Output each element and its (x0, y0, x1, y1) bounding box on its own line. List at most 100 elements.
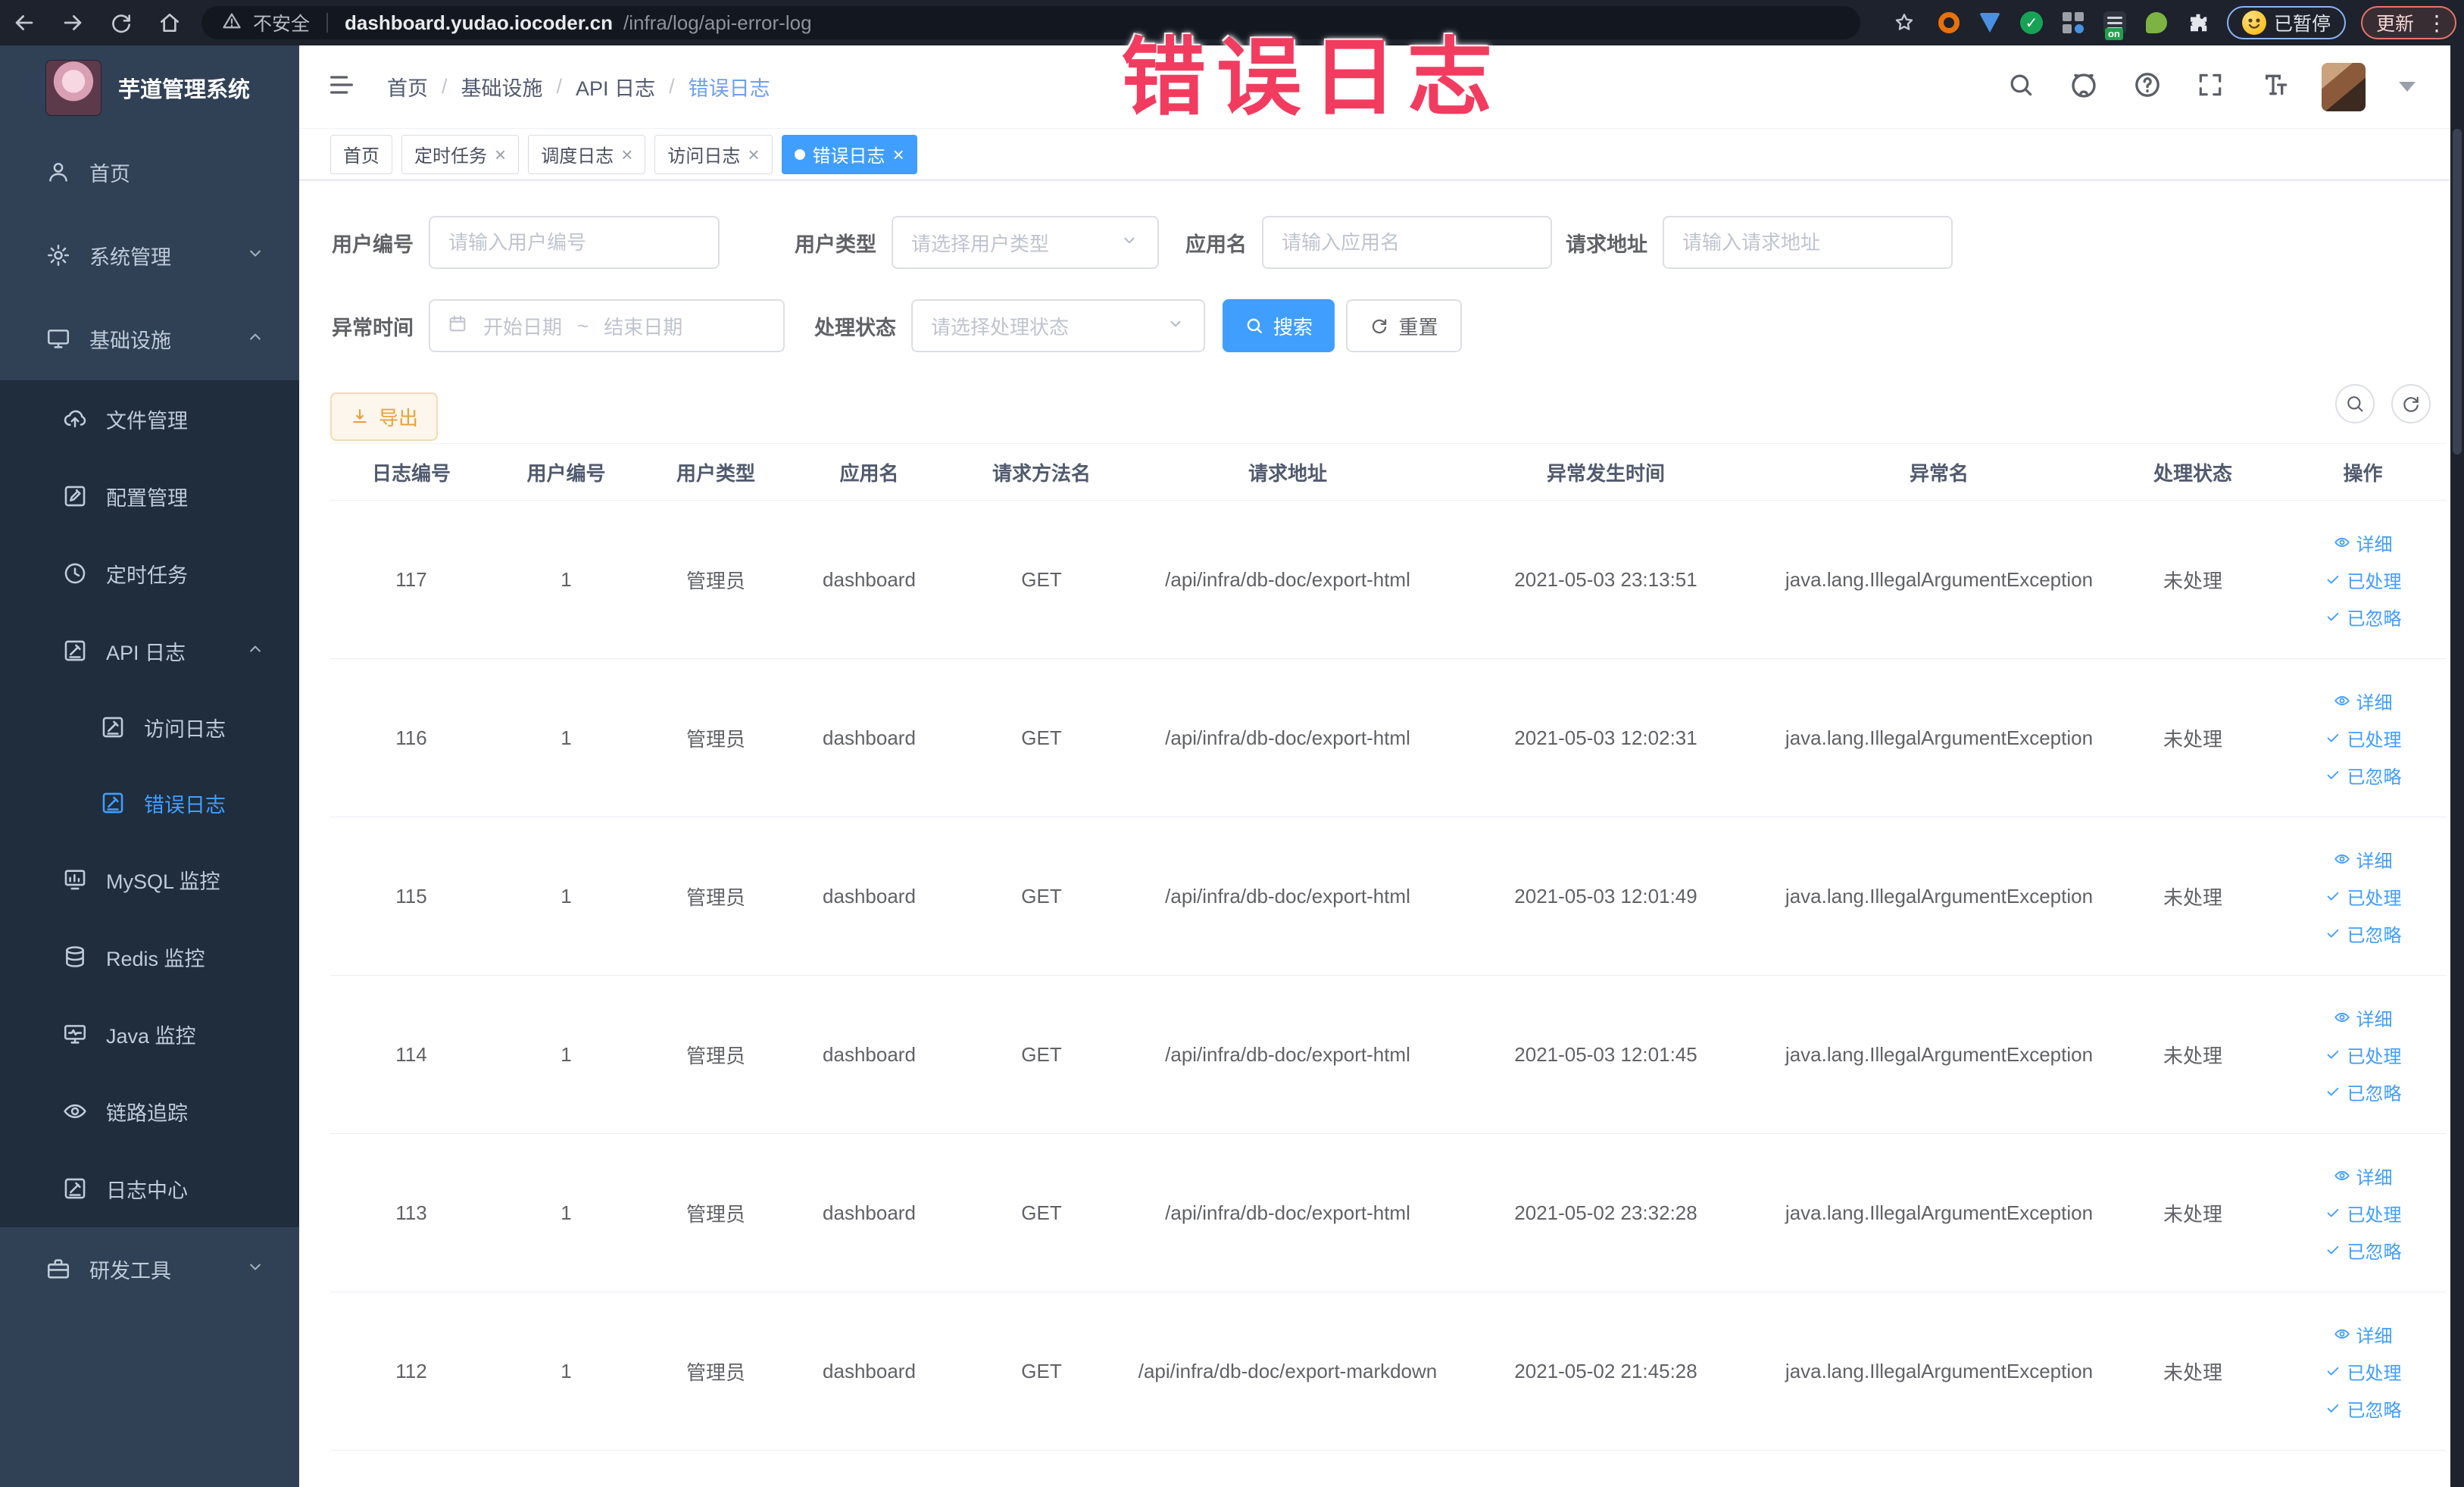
address-bar[interactable]: 不安全 dashboard.yudao.iocoder.cn/infra/log… (201, 6, 1860, 39)
sidebar-item-9[interactable]: MySQL 监控 (0, 841, 299, 918)
sidebar-item-14[interactable]: 研发工具 (0, 1227, 299, 1310)
filter-request-url: 请求地址 (1558, 216, 1953, 269)
action-processed-link[interactable]: 已处理 (2325, 1200, 2402, 1226)
action-ignored-link[interactable]: 已忽略 (2325, 1079, 2402, 1105)
cell-method: GET (1021, 1042, 1062, 1066)
browser-menu-icon[interactable]: ⋮ (2426, 11, 2447, 36)
sidebar-item-13[interactable]: 日志中心 (0, 1150, 299, 1227)
home-nav-icon[interactable] (145, 0, 194, 45)
extension-shield-icon[interactable] (1978, 13, 2000, 33)
user-avatar[interactable] (2322, 62, 2366, 111)
breadcrumb-item-0[interactable]: 首页 (387, 72, 428, 102)
sidebar-item-5[interactable]: 定时任务 (0, 535, 299, 612)
back-icon[interactable] (0, 0, 48, 45)
eye-icon (2334, 692, 2350, 709)
process-status-select[interactable]: 请选择处理状态 (911, 299, 1205, 352)
app-name-input[interactable] (1262, 216, 1552, 269)
app-logo[interactable]: 芋道管理系统 (0, 45, 299, 130)
sidebar-item-10[interactable]: Redis 监控 (0, 918, 299, 995)
cell-exception: java.lang.IllegalArgumentException (1785, 1201, 2094, 1224)
extension-leaf-icon[interactable] (2145, 12, 2167, 33)
user-type-select[interactable]: 请选择用户类型 (892, 216, 1159, 269)
action-processed-link[interactable]: 已处理 (2325, 567, 2402, 593)
column-header-3: 应用名 (839, 461, 899, 485)
action-processed-link[interactable]: 已处理 (2325, 1358, 2402, 1385)
action-detail-link[interactable]: 详细 (2334, 846, 2393, 873)
scrollbar-thumb[interactable] (2453, 129, 2462, 455)
cell-url: /api/infra/db-doc/export-html (1165, 1201, 1410, 1224)
extension-orange-icon[interactable] (1938, 12, 1960, 33)
search-button[interactable]: 搜索 (1223, 299, 1335, 352)
tab-close-icon[interactable]: × (621, 145, 632, 164)
tab-item-3[interactable]: 访问日志 × (654, 134, 773, 174)
action-detail-link[interactable]: 详细 (2334, 530, 2393, 556)
extension-grid-icon[interactable] (2062, 12, 2084, 33)
bookmark-star-icon[interactable] (1880, 0, 1928, 45)
sidebar-item-11[interactable]: Java 监控 (0, 995, 299, 1073)
breadcrumb-item-2[interactable]: API 日志 (576, 72, 655, 102)
sidebar-item-0[interactable]: 首页 (0, 130, 299, 214)
avatar-caret-icon[interactable] (2399, 82, 2416, 92)
github-icon[interactable] (2069, 70, 2099, 104)
sidebar-item-12[interactable]: 链路追踪 (0, 1073, 299, 1150)
chevron-down-icon (245, 1256, 266, 1282)
tab-item-4[interactable]: 错误日志 × (781, 134, 917, 174)
tab-item-0[interactable]: 首页 (330, 134, 392, 174)
browser-update-button[interactable]: 更新 ⋮ (2360, 6, 2456, 39)
refresh-table-icon[interactable] (2391, 384, 2431, 423)
extension-check-icon[interactable]: ✓ (2019, 11, 2043, 34)
tab-close-icon[interactable]: × (893, 145, 904, 164)
action-ignored-link[interactable]: 已忽略 (2325, 1237, 2402, 1264)
eye-icon (2334, 1167, 2350, 1184)
action-processed-link[interactable]: 已处理 (2325, 883, 2402, 910)
action-ignored-link[interactable]: 已忽略 (2325, 604, 2402, 630)
overlay-page-title: 错误日志 (1121, 30, 1503, 125)
request-url-input[interactable] (1663, 216, 1953, 269)
browser-profile-button[interactable]: 已暂停 (2226, 6, 2346, 39)
range-separator: ~ (577, 314, 589, 337)
hamburger-icon[interactable] (326, 70, 357, 104)
date-range-picker[interactable]: 开始日期 ~ 结束日期 (429, 299, 785, 352)
tab-close-icon[interactable]: × (495, 145, 506, 164)
sidebar-item-6[interactable]: API 日志 (0, 612, 299, 689)
action-detail-link[interactable]: 详细 (2334, 1004, 2393, 1031)
browser-scrollbar[interactable] (2450, 45, 2464, 1487)
reset-button[interactable]: 重置 (1346, 299, 1462, 352)
export-button[interactable]: 导出 (330, 392, 438, 441)
action-detail-link[interactable]: 详细 (2334, 1321, 2393, 1348)
action-detail-link[interactable]: 详细 (2334, 688, 2393, 714)
table-body: 117 1 管理员 dashboard GET/api/infra/db-doc/exp… (330, 501, 2446, 1451)
search-icon[interactable] (2006, 70, 2035, 103)
sidebar-item-3[interactable]: 文件管理 (0, 380, 299, 458)
tab-close-icon[interactable]: × (748, 145, 759, 164)
tab-item-2[interactable]: 调度日志 × (528, 134, 646, 174)
help-icon[interactable] (2132, 70, 2163, 104)
fullscreen-icon[interactable] (2196, 70, 2225, 103)
error-log-table: 日志编号 用户编号 用户类型 应用名 请求方法名 请求地址 异常发生时间 异常名 处理状态 操作 … (330, 443, 2446, 1451)
action-processed-link[interactable]: 已处理 (2325, 725, 2402, 751)
forward-icon[interactable] (48, 0, 97, 45)
sidebar-item-1[interactable]: 系统管理 (0, 214, 299, 297)
cell-app: dashboard (823, 1042, 916, 1066)
action-ignored-link[interactable]: 已忽略 (2325, 1395, 2402, 1422)
sidebar-item-4[interactable]: 配置管理 (0, 458, 299, 535)
sidebar-item-8[interactable]: 错误日志 (0, 765, 299, 841)
action-processed-link[interactable]: 已处理 (2325, 1042, 2402, 1068)
action-ignored-link[interactable]: 已忽略 (2325, 762, 2402, 789)
cell-app: dashboard (823, 726, 916, 749)
extensions-puzzle-icon[interactable] (2187, 11, 2209, 34)
tab-item-1[interactable]: 定时任务 × (401, 134, 520, 174)
sidebar-item-2[interactable]: 基础设施 (0, 297, 299, 380)
user-id-input[interactable] (429, 216, 720, 269)
breadcrumb-item-1[interactable]: 基础设施 (461, 72, 543, 102)
reload-icon[interactable] (97, 0, 145, 45)
font-size-icon[interactable] (2258, 70, 2288, 104)
sidebar-item-7[interactable]: 访问日志 (0, 689, 299, 765)
cell-user-type: 管理员 (685, 1360, 745, 1384)
action-detail-link[interactable]: 详细 (2334, 1163, 2393, 1189)
table-row: 115 1 管理员 dashboard GET/api/infra/db-doc/exp… (330, 817, 2446, 976)
action-ignored-link[interactable]: 已忽略 (2325, 920, 2402, 947)
extension-adblock-icon[interactable]: on (2103, 11, 2126, 40)
cell-user-type: 管理员 (685, 727, 745, 751)
toggle-search-icon[interactable] (2335, 384, 2375, 423)
